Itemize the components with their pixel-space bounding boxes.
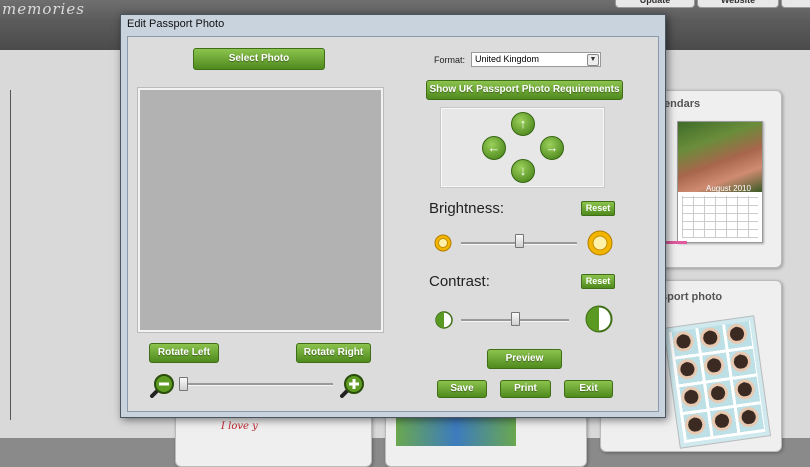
calendar-family-photo xyxy=(678,122,762,192)
exit-button[interactable]: Exit xyxy=(564,380,613,398)
tab-website[interactable]: Website xyxy=(697,0,779,8)
photo-preview-area xyxy=(138,88,383,332)
contrast-low-icon xyxy=(435,311,453,329)
content-divider xyxy=(10,90,11,420)
calendar-grid xyxy=(682,196,758,238)
brightness-slider-thumb[interactable] xyxy=(515,234,524,248)
preview-button[interactable]: Preview xyxy=(487,349,562,369)
passport-sheet-thumbnail xyxy=(662,315,772,449)
edit-passport-photo-dialog: Edit Passport Photo Select Photo Rotate … xyxy=(120,14,666,418)
zoom-slider-track[interactable] xyxy=(183,383,333,386)
rotate-left-button[interactable]: Rotate Left xyxy=(149,343,219,363)
zoom-in-icon[interactable] xyxy=(340,372,366,398)
passport-photo-grid xyxy=(668,320,766,444)
sun-small-icon xyxy=(434,234,452,252)
contrast-high-icon xyxy=(585,305,613,333)
calendar-binding-pink xyxy=(663,241,687,244)
zoom-slider-thumb[interactable] xyxy=(179,377,188,391)
format-select[interactable]: United Kingdom ▼ xyxy=(471,52,601,67)
show-requirements-button[interactable]: Show UK Passport Photo Requirements xyxy=(426,80,623,100)
brightness-reset-button[interactable]: Reset xyxy=(581,201,615,216)
print-button[interactable]: Print xyxy=(500,380,551,398)
arrow-right-icon[interactable]: → xyxy=(540,136,564,160)
tab-update[interactable]: Update xyxy=(615,0,695,8)
arrow-up-icon[interactable]: ↑ xyxy=(511,112,535,136)
calendar-thumbnail: August 2010 xyxy=(677,121,763,243)
arrow-down-icon[interactable]: ↓ xyxy=(511,159,535,183)
select-photo-button[interactable]: Select Photo xyxy=(193,48,325,70)
contrast-label: Contrast: xyxy=(429,273,490,290)
collage-image xyxy=(396,416,516,446)
tab-more[interactable] xyxy=(781,0,810,8)
sun-large-icon xyxy=(587,230,613,256)
calendars-card-title: lendars xyxy=(661,98,701,110)
format-label: Format: xyxy=(434,55,466,65)
dialog-body: Select Photo Rotate Left Rotate Right Fo… xyxy=(127,36,659,412)
app-logo: memories xyxy=(2,0,85,18)
dialog-title: Edit Passport Photo xyxy=(127,18,225,30)
zoom-out-icon[interactable] xyxy=(150,372,176,398)
calendar-month-caption: August 2010 xyxy=(706,184,751,193)
greeting-card-caption: I love y xyxy=(221,421,258,432)
position-arrow-panel: ↑ ← → ↓ xyxy=(441,108,604,187)
arrow-left-icon[interactable]: ← xyxy=(482,136,506,160)
contrast-reset-button[interactable]: Reset xyxy=(581,274,615,289)
brightness-label: Brightness: xyxy=(429,200,505,217)
passport-card-title: sport photo xyxy=(661,291,723,303)
format-select-value: United Kingdom xyxy=(475,54,540,64)
rotate-right-button[interactable]: Rotate Right xyxy=(296,343,371,363)
save-button[interactable]: Save xyxy=(437,380,487,398)
chevron-down-icon[interactable]: ▼ xyxy=(587,54,599,66)
contrast-slider-thumb[interactable] xyxy=(511,312,520,326)
